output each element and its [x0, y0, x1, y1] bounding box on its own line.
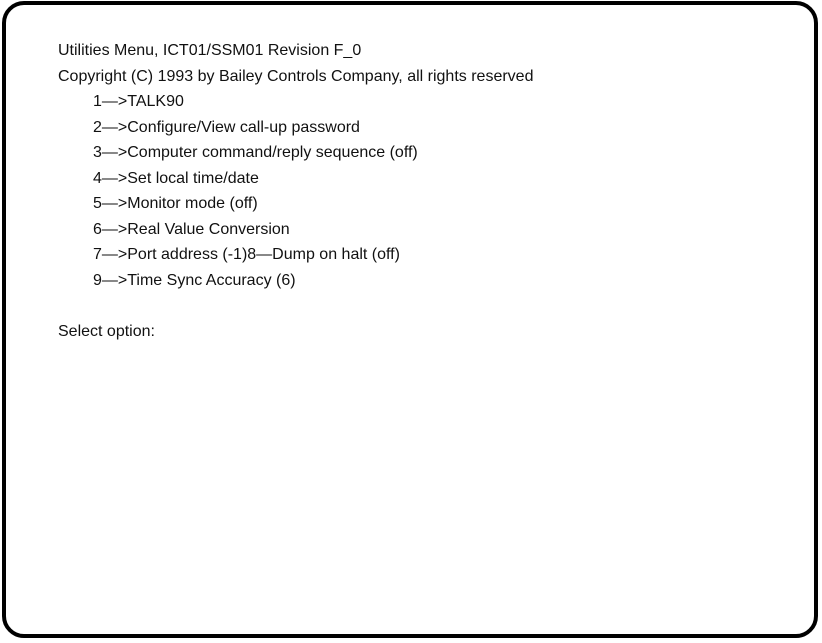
menu-title: Utilities Menu, ICT01/SSM01 Revision F_0 [58, 42, 362, 59]
menu-option-2[interactable]: 2—>Configure/View call-up password [58, 115, 533, 141]
select-option-prompt[interactable]: Select option: [58, 319, 533, 345]
menu-option-4[interactable]: 4—>Set local time/date [58, 166, 533, 192]
menu-option-9[interactable]: 9—>Time Sync Accuracy (6) [58, 268, 533, 294]
menu-option-3[interactable]: 3—>Computer command/reply sequence (off) [58, 140, 533, 166]
menu-option-5[interactable]: 5—>Monitor mode (off) [58, 191, 533, 217]
menu-option-1[interactable]: 1—>TALK90 [58, 89, 533, 115]
terminal-screen: Utilities Menu, ICT01/SSM01 Revision F_0… [58, 38, 533, 344]
menu-option-7-8[interactable]: 7—>Port address (-1)8—Dump on halt (off) [58, 242, 533, 268]
terminal-frame: Utilities Menu, ICT01/SSM01 Revision F_0… [2, 1, 818, 638]
copyright-notice: Copyright (C) 1993 by Bailey Controls Co… [58, 67, 534, 85]
menu-option-6[interactable]: 6—>Real Value Conversion [58, 217, 533, 243]
